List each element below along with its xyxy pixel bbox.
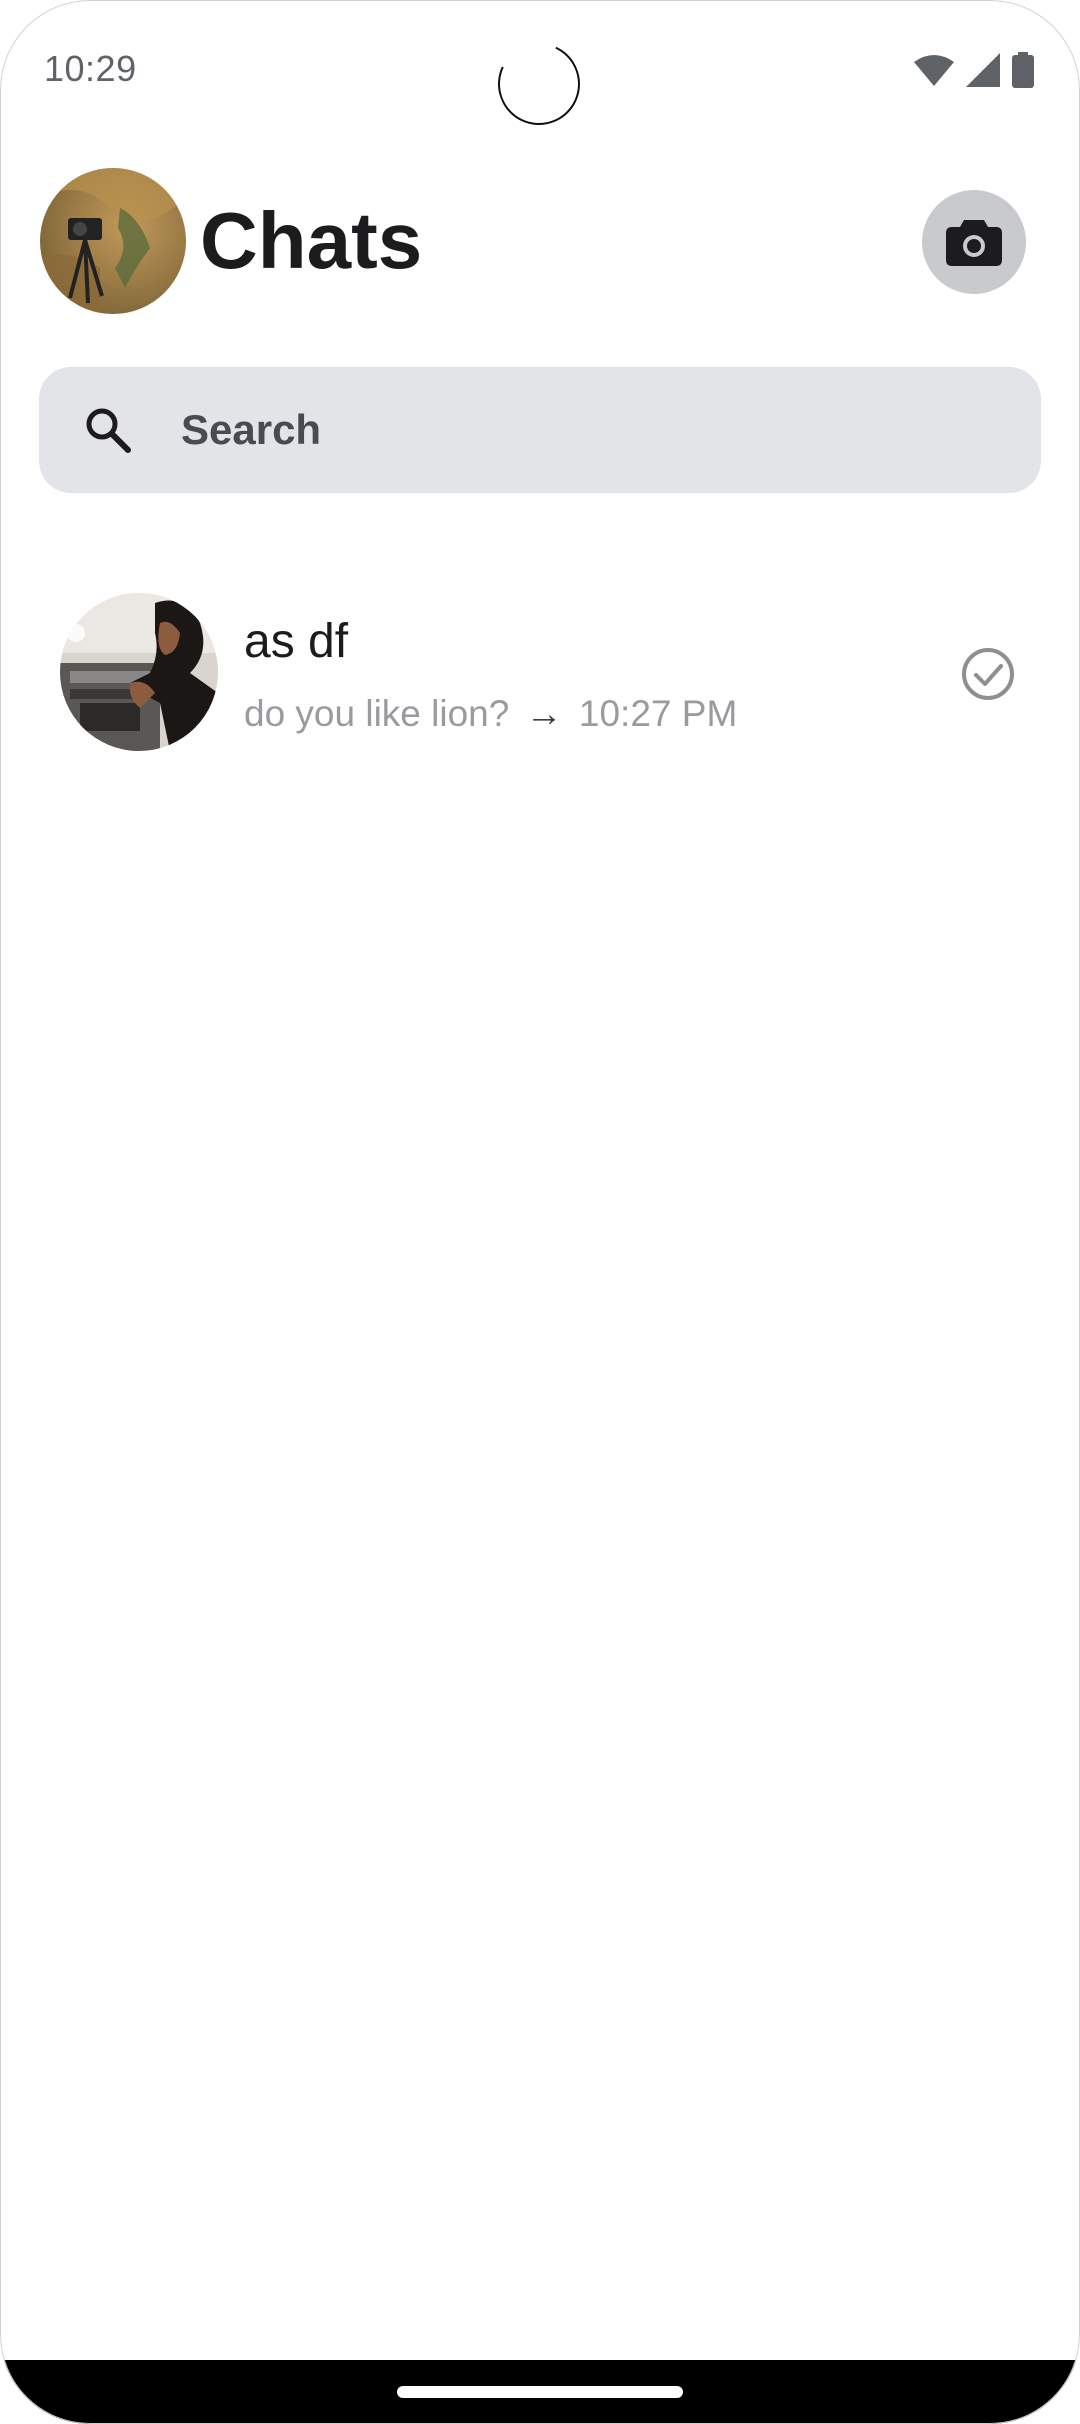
page-title: Chats: [200, 196, 423, 285]
search-bar[interactable]: [39, 367, 1041, 493]
read-check-icon: [962, 648, 1014, 700]
chat-timestamp: 10:27 PM: [578, 693, 738, 734]
camera-icon: [946, 220, 1002, 266]
battery-icon: [1012, 52, 1034, 88]
chat-avatar: [60, 593, 218, 751]
chat-preview: do you like lion? → 10:27 PM: [244, 692, 737, 736]
cellular-signal-icon: [966, 53, 1000, 87]
status-time: 10:29: [44, 48, 137, 89]
search-icon: [86, 408, 131, 453]
status-icons: [914, 52, 1034, 88]
front-camera-cutout: [486, 31, 592, 137]
home-indicator[interactable]: [397, 2386, 683, 2398]
phone-screen: 10:29 Chats Search as df do you like lio…: [0, 0, 1080, 2424]
chat-last-message: do you like lion?: [244, 693, 510, 734]
profile-photo: [40, 168, 186, 314]
profile-avatar[interactable]: [40, 168, 186, 314]
device-frame: [0, 0, 1080, 2424]
chat-name: as df: [244, 615, 349, 668]
chat-list-item[interactable]: as df do you like lion? → 10:27 PM: [0, 584, 1080, 764]
camera-button[interactable]: [922, 190, 1026, 294]
chat-preview-separator: →: [525, 693, 563, 734]
search-input[interactable]: [181, 367, 1001, 493]
wifi-icon: [914, 55, 954, 86]
